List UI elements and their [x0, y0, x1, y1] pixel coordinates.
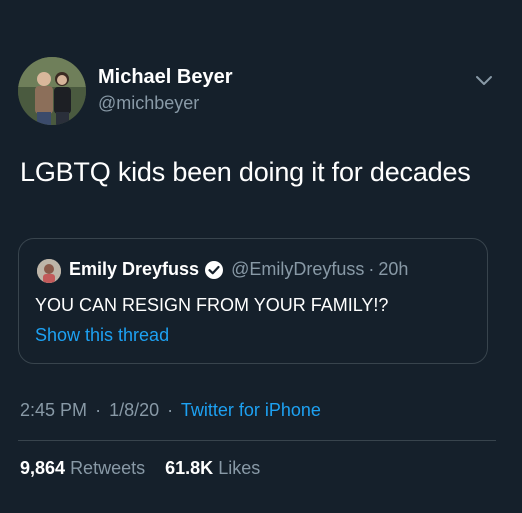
avatar-photo: [18, 57, 86, 125]
engagement-stats: 9,864 Retweets 61.8K Likes: [20, 458, 260, 479]
tweet-text: LGBTQ kids been doing it for decades: [20, 157, 471, 187]
chevron-down-icon[interactable]: [474, 72, 494, 88]
author-name[interactable]: Michael Beyer: [98, 66, 233, 89]
show-thread-link[interactable]: Show this thread: [35, 325, 169, 346]
author-handle[interactable]: @michbeyer: [98, 93, 199, 114]
quoted-tweet-text: YOU CAN RESIGN FROM YOUR FAMILY!?: [35, 295, 389, 315]
verified-badge-icon: [204, 260, 224, 280]
author-avatar[interactable]: [18, 57, 86, 125]
likes-count: 61.8K: [165, 458, 214, 478]
quoted-author-handle: @EmilyDreyfuss: [231, 259, 365, 279]
meta-separator: ·: [95, 400, 102, 420]
quoted-author-name: Emily Dreyfuss: [69, 259, 200, 279]
tweet-source-link[interactable]: Twitter for iPhone: [181, 400, 321, 420]
quoted-tweet-header: Emily Dreyfuss @EmilyDreyfuss · 20h: [69, 259, 408, 280]
quoted-tweet-age: 20h: [378, 259, 409, 279]
retweets-stat[interactable]: 9,864 Retweets: [20, 458, 150, 478]
likes-stat[interactable]: 61.8K Likes: [165, 458, 260, 478]
divider: [18, 440, 496, 441]
retweets-count: 9,864: [20, 458, 66, 478]
tweet-time[interactable]: 2:45 PM: [20, 400, 87, 420]
likes-label: Likes: [218, 458, 261, 478]
tweet-detail: Michael Beyer @michbeyer LGBTQ kids been…: [0, 0, 522, 513]
tweet-meta: 2:45 PM · 1/8/20 · Twitter for iPhone: [20, 400, 321, 421]
tweet-date[interactable]: 1/8/20: [109, 400, 159, 420]
meta-separator: ·: [167, 400, 174, 420]
quoted-tweet-card[interactable]: Emily Dreyfuss @EmilyDreyfuss · 20h YOU …: [18, 238, 488, 364]
meta-separator: ·: [368, 259, 375, 279]
quoted-author-avatar: [37, 259, 61, 283]
retweets-label: Retweets: [70, 458, 146, 478]
